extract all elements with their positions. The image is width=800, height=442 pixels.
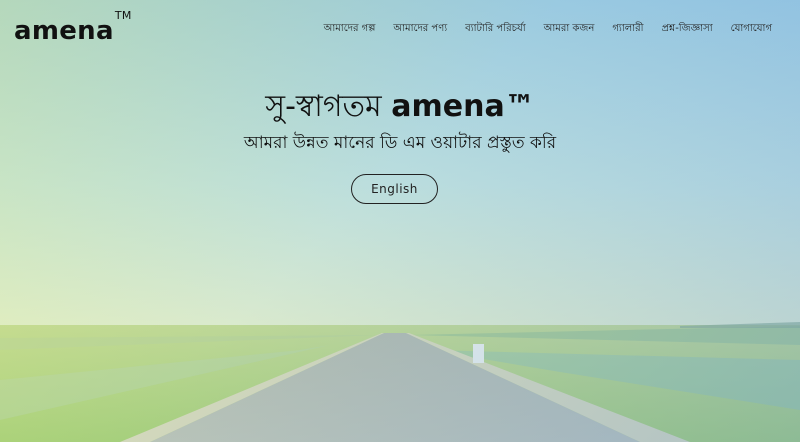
headline-brand: amena™ [391, 89, 535, 124]
brand-name: amena [14, 16, 114, 46]
hero-section [0, 0, 800, 442]
nav-battery-care[interactable]: ব্যাটারি পরিচর্যা [465, 21, 525, 38]
nav-contact[interactable]: যোগাযোগ [731, 21, 772, 38]
welcome-text: সু-স্বাগতম [265, 89, 382, 124]
nav-our-products[interactable]: আমাদের পণ্য [393, 21, 447, 38]
nav-gallery[interactable]: গ্যালারী [612, 21, 643, 38]
hero-headline: সু-স্বাগতম amena™ [0, 82, 800, 133]
nav-about-us[interactable]: আমরা কজন [544, 21, 595, 38]
nav-faq[interactable]: প্রশ্ন-জিজ্ঞাসা [661, 21, 712, 38]
trademark-mark: TM [114, 9, 132, 23]
brand-logo[interactable]: amenaTM [14, 9, 132, 46]
main-nav: আমাদের গল্প আমাদের পণ্য ব্যাটারি পরিচর্য… [324, 21, 772, 38]
road-background-image [0, 0, 800, 442]
english-language-button[interactable]: English [351, 174, 438, 204]
hero-tagline: আমরা উন্নত মানের ডি এম ওয়াটার প্রস্তুত … [243, 133, 557, 153]
nav-our-story[interactable]: আমাদের গল্প [324, 21, 376, 38]
